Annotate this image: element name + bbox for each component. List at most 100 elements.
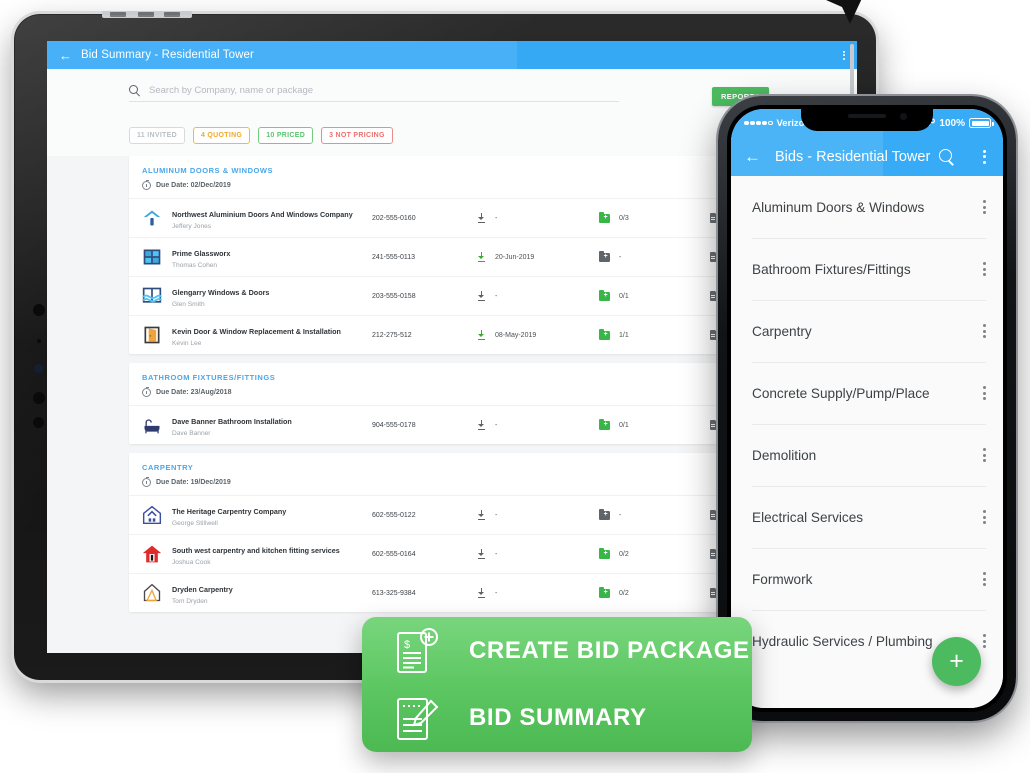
folder-add-icon[interactable]: +: [599, 211, 610, 223]
list-item[interactable]: Aluminum Doors & Windows: [731, 176, 1003, 238]
contact-person: Tom Dryden: [172, 598, 208, 606]
package-label: Demolition: [752, 447, 817, 463]
search-input[interactable]: [149, 85, 619, 96]
phone-number: 202-555-0160: [372, 214, 416, 222]
phone-number: 241-555-0113: [372, 253, 416, 261]
folder-cell[interactable]: +0/2: [599, 547, 710, 559]
contact-person: Thomas Cohen: [172, 262, 218, 270]
download-icon[interactable]: [477, 213, 486, 223]
kebab-menu-icon[interactable]: [983, 149, 986, 164]
kebab-menu-icon[interactable]: [983, 572, 986, 586]
folder-cell[interactable]: +0/3: [599, 211, 710, 223]
folder-add-icon[interactable]: +: [599, 586, 610, 598]
download-cell[interactable]: 20-Jun-2019: [477, 252, 599, 262]
search-bar[interactable]: [129, 85, 619, 102]
folder-cell[interactable]: +0/1: [599, 289, 710, 301]
download-icon[interactable]: [477, 252, 486, 262]
search-icon[interactable]: [939, 149, 954, 164]
signal-strength-icon: [744, 120, 773, 126]
folder-cell[interactable]: + -: [599, 508, 710, 520]
create-bid-package-label: CREATE BID PACKAGE: [469, 636, 750, 664]
download-cell[interactable]: -: [477, 588, 599, 598]
kebab-menu-icon[interactable]: [983, 324, 986, 338]
folder-add-icon[interactable]: +: [599, 289, 610, 301]
kebab-menu-icon[interactable]: [843, 50, 845, 60]
download-icon[interactable]: [477, 549, 486, 559]
back-arrow-icon[interactable]: ←: [744, 148, 761, 165]
document-icon[interactable]: [710, 588, 718, 598]
list-item[interactable]: Concrete Supply/Pump/Place: [731, 362, 1003, 424]
download-icon[interactable]: [477, 510, 486, 520]
download-date: -: [495, 511, 498, 519]
due-date-label: Due Date: 19/Dec/2019: [156, 479, 231, 486]
kebab-menu-icon[interactable]: [983, 200, 986, 214]
folder-add-icon[interactable]: +: [599, 508, 610, 520]
filter-pill-notpricing[interactable]: 3 NOT PRICING: [321, 127, 393, 144]
package-label: Aluminum Doors & Windows: [752, 199, 925, 215]
document-icon[interactable]: [710, 420, 718, 430]
filter-pill-priced[interactable]: 10 PRICED: [258, 127, 314, 144]
list-item[interactable]: Demolition: [731, 424, 1003, 486]
folder-add-icon[interactable]: +: [599, 328, 610, 340]
contact-person: Joshua Cook: [172, 559, 211, 567]
filter-pill-quoting[interactable]: 4 QUOTING: [192, 127, 251, 144]
download-cell[interactable]: -: [477, 549, 599, 559]
company-cell: South west carpentry and kitchen fitting…: [172, 540, 372, 567]
kebab-menu-icon[interactable]: [983, 262, 986, 276]
document-plus-icon: $: [395, 626, 441, 676]
add-button[interactable]: +: [932, 637, 981, 686]
folder-cell[interactable]: +0/1: [599, 418, 710, 430]
folder-add-icon[interactable]: +: [599, 547, 610, 559]
kebab-menu-icon[interactable]: [983, 634, 986, 648]
list-item[interactable]: Carpentry: [731, 300, 1003, 362]
phone-number: 212-275-512: [372, 331, 412, 339]
tablet-camera-secondary-icon: [33, 392, 45, 404]
bid-summary-action[interactable]: BID SUMMARY: [362, 685, 752, 753]
clock-icon: [142, 179, 151, 190]
list-item[interactable]: Formwork: [731, 548, 1003, 610]
back-arrow-icon[interactable]: ←: [59, 49, 72, 62]
kebab-menu-icon[interactable]: [983, 448, 986, 462]
download-cell[interactable]: -: [477, 213, 599, 223]
download-date: -: [495, 550, 498, 558]
download-date: -: [495, 421, 498, 429]
document-icon[interactable]: [710, 549, 718, 559]
create-bid-package-action[interactable]: $ CREATE BID PACKAGE: [362, 617, 752, 685]
download-icon[interactable]: [477, 330, 486, 340]
kebab-menu-icon[interactable]: [983, 386, 986, 400]
window-panes-icon: [142, 247, 162, 267]
download-cell[interactable]: 08-May-2019: [477, 330, 599, 340]
pencil-house-icon: [142, 583, 162, 603]
folder-cell[interactable]: + -: [599, 250, 710, 262]
download-icon[interactable]: [477, 588, 486, 598]
folder-add-icon[interactable]: +: [599, 418, 610, 430]
download-icon[interactable]: [477, 291, 486, 301]
download-cell[interactable]: -: [477, 291, 599, 301]
list-item[interactable]: Electrical Services: [731, 486, 1003, 548]
earpiece-speaker: [848, 114, 886, 118]
folder-cell[interactable]: +1/1: [599, 328, 710, 340]
window-wave-icon: [142, 286, 162, 306]
document-icon[interactable]: [710, 252, 718, 262]
kebab-menu-icon[interactable]: [983, 510, 986, 524]
search-icon: [129, 85, 140, 96]
document-icon[interactable]: [710, 510, 718, 520]
phone-number: 613-325-9384: [372, 589, 416, 597]
download-date: -: [495, 589, 498, 597]
download-cell[interactable]: -: [477, 510, 599, 520]
download-cell[interactable]: -: [477, 420, 599, 430]
contact-person: Kevin Lee: [172, 340, 202, 348]
company-name: Prime Glassworx: [172, 249, 231, 259]
folder-count: -: [619, 253, 622, 261]
folder-add-icon[interactable]: +: [599, 250, 610, 262]
folder-cell[interactable]: +0/2: [599, 586, 710, 598]
document-icon[interactable]: [710, 330, 718, 340]
document-icon[interactable]: [710, 213, 718, 223]
download-icon[interactable]: [477, 420, 486, 430]
document-icon[interactable]: [710, 291, 718, 301]
download-date: 20-Jun-2019: [495, 253, 535, 261]
filter-pill-invited[interactable]: 11 INVITED: [129, 127, 185, 144]
folder-count: 1/1: [619, 331, 629, 339]
list-item[interactable]: Bathroom Fixtures/Fittings: [731, 238, 1003, 300]
contact-person: Jeffery Jones: [172, 223, 212, 231]
